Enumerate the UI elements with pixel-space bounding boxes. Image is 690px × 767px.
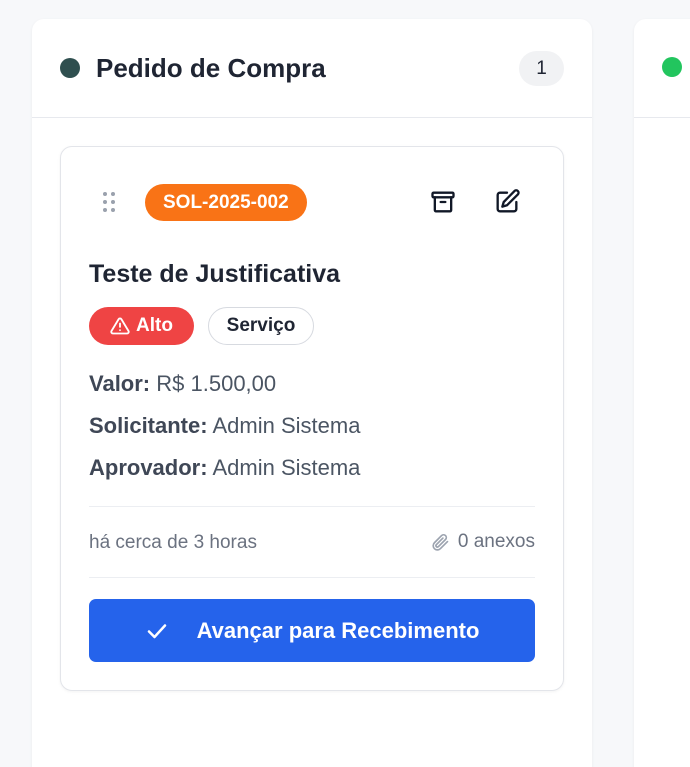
column-next bbox=[634, 19, 690, 767]
check-icon bbox=[147, 623, 166, 638]
column-header: Pedido de Compra 1 bbox=[32, 19, 592, 118]
kanban-board: Pedido de Compra 1 SOL-2025-002 Teste de… bbox=[0, 0, 690, 767]
column-header-divider bbox=[634, 117, 690, 118]
column-title: Pedido de Compra bbox=[96, 53, 326, 83]
paperclip-icon bbox=[432, 533, 449, 551]
field-label: Solicitante: bbox=[89, 413, 208, 438]
priority-badge: Alto bbox=[89, 307, 194, 345]
field-aprovador: Aprovador: Admin Sistema bbox=[89, 455, 360, 481]
edit-icon bbox=[496, 189, 520, 213]
field-solicitante: Solicitante: Admin Sistema bbox=[89, 413, 360, 439]
advance-button-label: Avançar para Recebimento bbox=[196, 617, 480, 643]
time-ago: há cerca de 3 horas bbox=[89, 532, 257, 553]
archive-icon bbox=[431, 191, 455, 213]
card-title: Teste de Justificativa bbox=[89, 260, 341, 288]
advance-to-receiving-button[interactable]: Avançar para Recebimento bbox=[89, 599, 535, 662]
column-count-badge: 1 bbox=[519, 51, 564, 86]
request-card[interactable]: SOL-2025-002 Teste de Justificativa Alto… bbox=[60, 146, 564, 691]
column-status-dot bbox=[662, 57, 682, 77]
field-value: Admin Sistema bbox=[212, 413, 361, 438]
warning-icon bbox=[110, 317, 130, 335]
priority-label: Alto bbox=[136, 315, 173, 336]
drag-handle-icon[interactable] bbox=[103, 192, 117, 216]
field-value: Admin Sistema bbox=[212, 455, 361, 480]
attachments-link[interactable]: 0 anexos bbox=[430, 531, 535, 553]
field-label: Valor: bbox=[89, 371, 151, 396]
divider bbox=[89, 577, 535, 578]
archive-button[interactable] bbox=[427, 185, 459, 219]
attachments-count: 0 anexos bbox=[457, 531, 535, 552]
column-status-dot bbox=[60, 58, 80, 78]
field-label: Aprovador: bbox=[89, 455, 208, 480]
type-badge: Serviço bbox=[208, 307, 314, 345]
edit-button[interactable] bbox=[491, 185, 523, 219]
field-valor: Valor: R$ 1.500,00 bbox=[89, 371, 276, 397]
request-code-badge: SOL-2025-002 bbox=[145, 184, 307, 221]
field-value: R$ 1.500,00 bbox=[156, 371, 277, 396]
divider bbox=[89, 506, 535, 507]
column-pedido-de-compra: Pedido de Compra 1 SOL-2025-002 Teste de… bbox=[32, 19, 592, 767]
